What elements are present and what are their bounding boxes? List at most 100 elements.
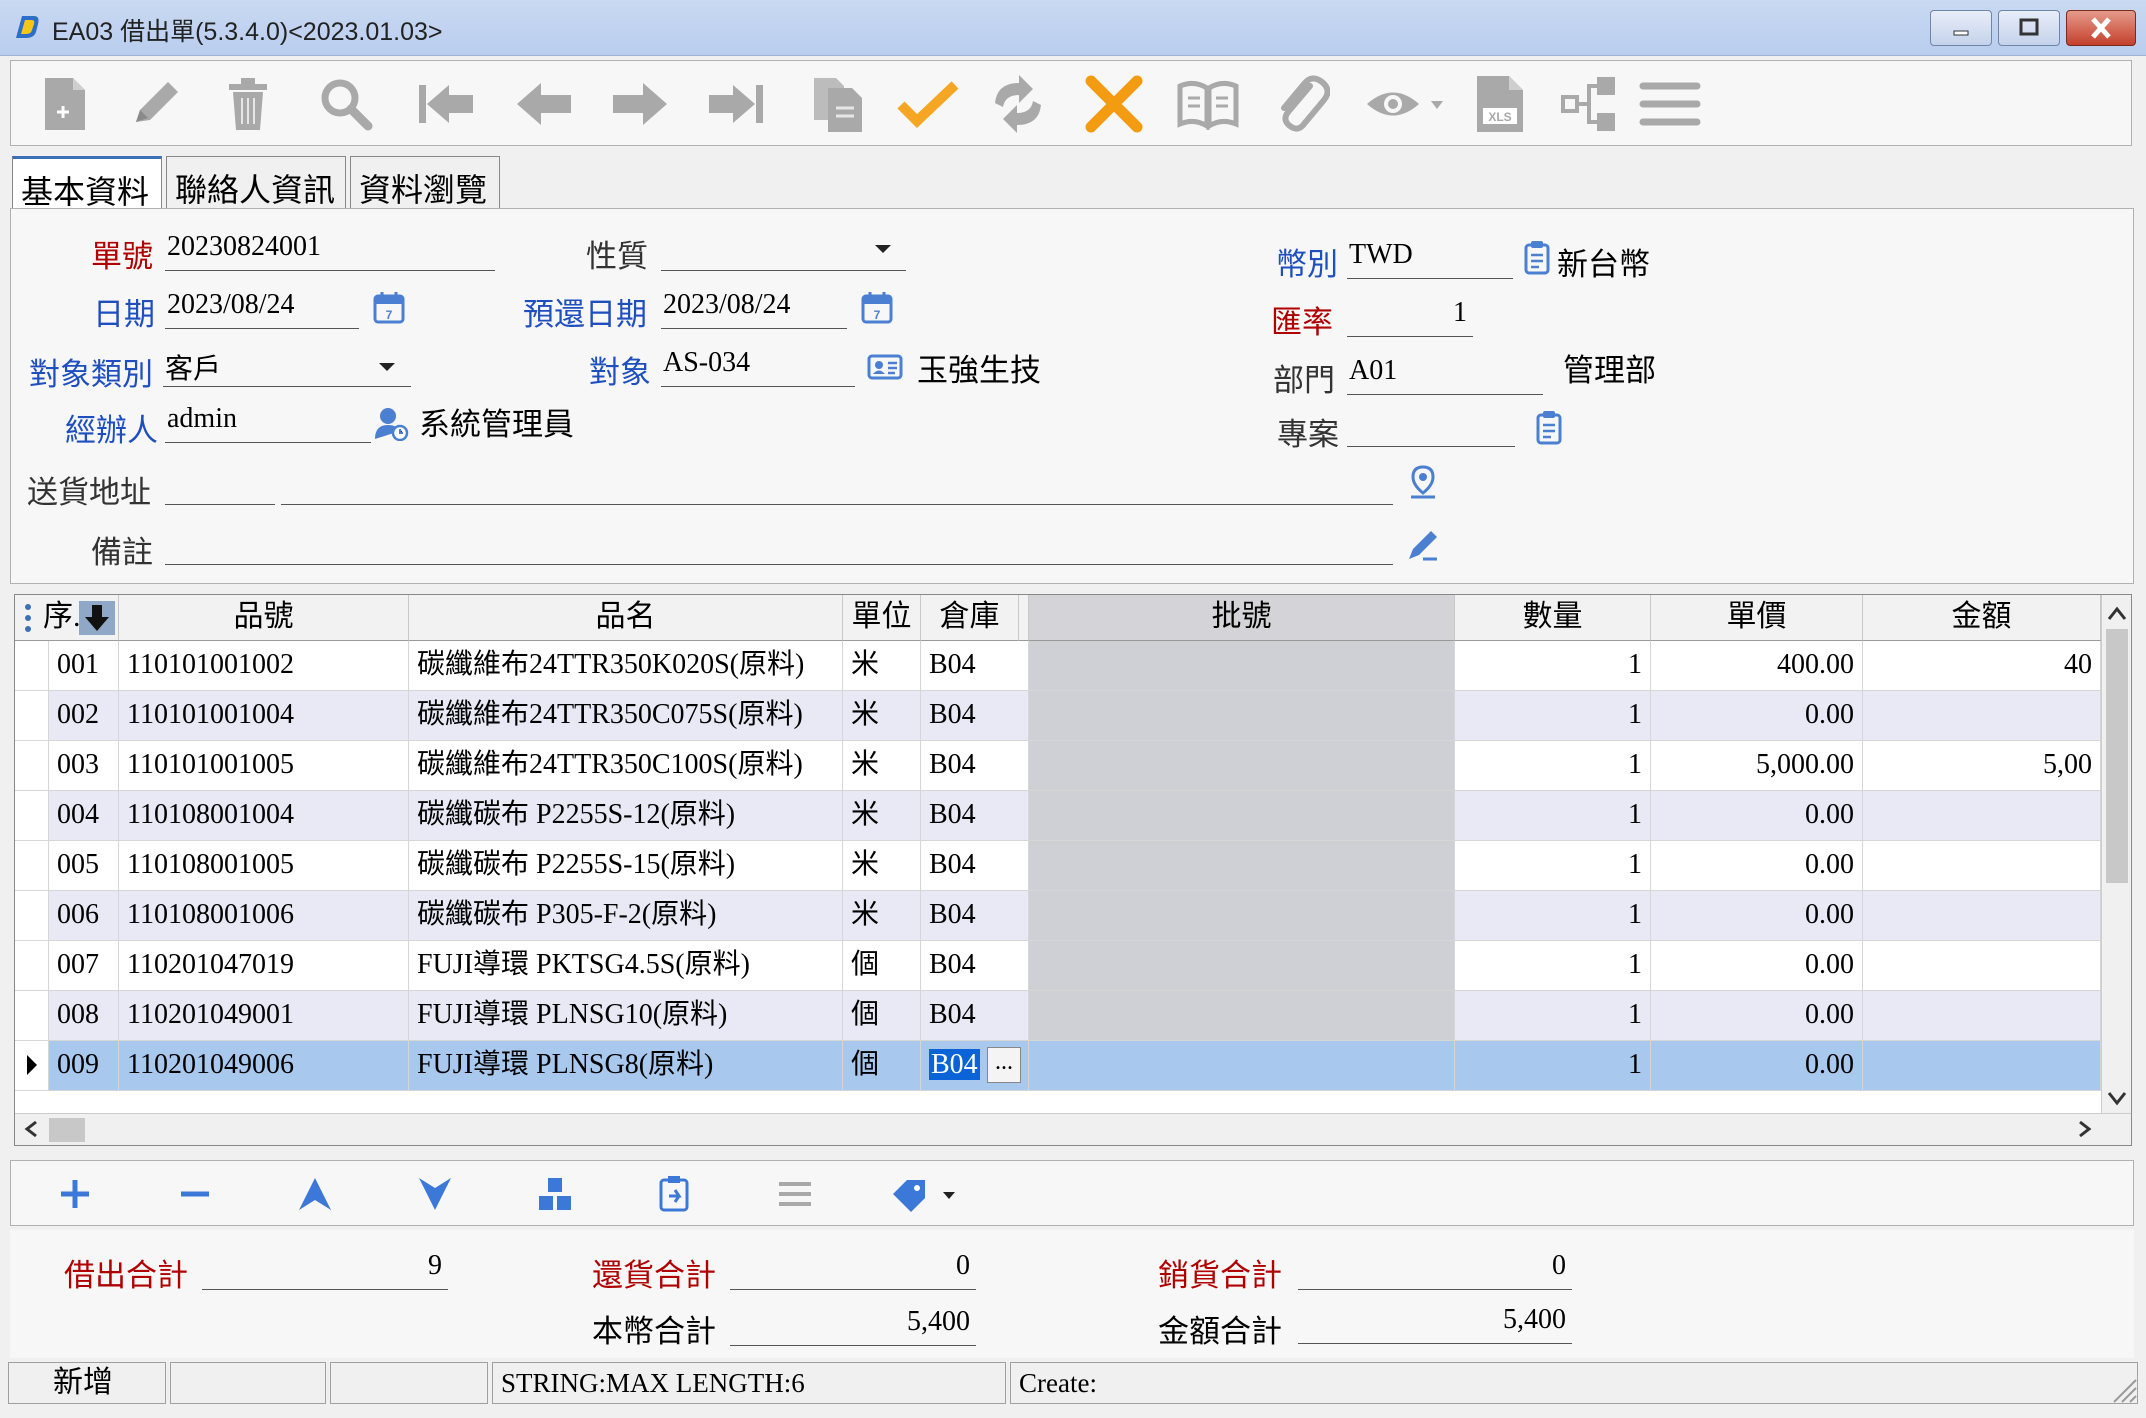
cell-part-name[interactable]: FUJI導環 PKTSG4.5S(原料) — [409, 941, 843, 991]
column-chooser-icon[interactable] — [19, 601, 37, 635]
cell-unit[interactable]: 個 — [843, 991, 921, 1041]
maximize-button[interactable] — [1998, 10, 2060, 46]
column-header-qty[interactable]: 數量 — [1455, 595, 1651, 641]
resize-grip-icon[interactable] — [2110, 1376, 2138, 1404]
nature-select[interactable] — [661, 231, 906, 271]
warehouse-lookup-button[interactable]: ... — [987, 1047, 1021, 1083]
column-header-part-no[interactable]: 品號 — [119, 595, 409, 641]
cell-part-name[interactable]: 碳纖維布24TTR350C075S(原料) — [409, 691, 843, 741]
tag-button[interactable] — [887, 1171, 967, 1217]
cell-part-name[interactable]: FUJI導環 PLNSG8(原料) — [409, 1041, 843, 1091]
cell-batch[interactable] — [1029, 1041, 1455, 1091]
column-header-warehouse[interactable]: 倉庫 — [921, 595, 1019, 641]
column-header-batch[interactable]: 批號 — [1029, 595, 1455, 641]
cell-part-no[interactable]: 110101001005 — [119, 741, 409, 791]
cell-seq[interactable]: 001 — [49, 641, 119, 691]
cell-unit[interactable]: 米 — [843, 891, 921, 941]
cell-batch[interactable] — [1029, 891, 1455, 941]
cell-warehouse[interactable]: B04 — [921, 941, 1029, 991]
cell-warehouse[interactable]: B04 — [921, 991, 1029, 1041]
target-type-select[interactable]: 客戶 — [163, 347, 411, 387]
cell-qty[interactable]: 1 — [1455, 791, 1651, 841]
cell-seq[interactable]: 006 — [49, 891, 119, 941]
doc-no-field[interactable]: 20230824001 — [165, 231, 495, 271]
cell-part-no[interactable]: 110108001004 — [119, 791, 409, 841]
minimize-button[interactable] — [1930, 10, 1992, 46]
currency-field[interactable]: TWD — [1347, 239, 1513, 279]
vertical-scrollbar[interactable] — [2101, 595, 2131, 1113]
cell-amount[interactable] — [1863, 941, 2101, 991]
return-date-field[interactable]: 2023/08/24 — [661, 289, 847, 329]
table-row[interactable]: 009 110201049006 FUJI導環 PLNSG8(原料) 個 B04... 1… — [15, 1041, 2101, 1091]
paste-button[interactable] — [651, 1171, 699, 1217]
table-row[interactable]: 004 110108001004 碳纖碳布 P2255S-12(原料) 米 B04 1 0.… — [15, 791, 2101, 841]
horizontal-scroll-thumb[interactable] — [49, 1118, 85, 1142]
cell-seq[interactable]: 003 — [49, 741, 119, 791]
row-indicator[interactable] — [15, 891, 49, 941]
cell-seq[interactable]: 008 — [49, 991, 119, 1041]
clipboard-icon[interactable] — [1531, 409, 1567, 445]
cell-batch[interactable] — [1029, 941, 1455, 991]
cell-batch[interactable] — [1029, 991, 1455, 1041]
scroll-right-icon[interactable] — [2069, 1114, 2099, 1144]
refresh-button[interactable] — [985, 71, 1051, 137]
cell-part-name[interactable]: 碳纖維布24TTR350C100S(原料) — [409, 741, 843, 791]
handler-field[interactable]: admin — [165, 403, 371, 443]
tab-basic-info[interactable]: 基本資料 — [12, 156, 162, 210]
previous-record-button[interactable] — [511, 71, 577, 137]
cell-batch[interactable] — [1029, 841, 1455, 891]
row-indicator[interactable] — [15, 991, 49, 1041]
cell-part-name[interactable]: 碳纖碳布 P2255S-12(原料) — [409, 791, 843, 841]
menu-button[interactable] — [1637, 71, 1703, 137]
cell-batch[interactable] — [1029, 641, 1455, 691]
cell-price[interactable]: 5,000.00 — [1651, 741, 1863, 791]
cell-warehouse[interactable]: B04 — [921, 841, 1029, 891]
add-row-button[interactable] — [51, 1171, 99, 1217]
cell-amount[interactable] — [1863, 991, 2101, 1041]
cell-warehouse[interactable]: B04 — [921, 741, 1029, 791]
map-pin-icon[interactable] — [1405, 465, 1441, 501]
cell-unit[interactable]: 個 — [843, 941, 921, 991]
scroll-down-icon[interactable] — [2102, 1083, 2132, 1113]
cell-price[interactable]: 0.00 — [1651, 941, 1863, 991]
dept-field[interactable]: A01 — [1347, 355, 1543, 395]
cell-part-name[interactable]: 碳纖維布24TTR350K020S(原料) — [409, 641, 843, 691]
book-button[interactable] — [1175, 71, 1241, 137]
column-header-price[interactable]: 單價 — [1651, 595, 1863, 641]
cell-price[interactable]: 0.00 — [1651, 691, 1863, 741]
cell-amount[interactable]: 40 — [1863, 641, 2101, 691]
cell-amount[interactable]: 5,00 — [1863, 741, 2101, 791]
cell-unit[interactable]: 米 — [843, 741, 921, 791]
cell-amount[interactable] — [1863, 1041, 2101, 1091]
calendar-icon[interactable]: 7 — [859, 289, 895, 325]
row-indicator[interactable] — [15, 741, 49, 791]
cell-unit[interactable]: 個 — [843, 1041, 921, 1091]
row-indicator[interactable] — [15, 941, 49, 991]
rate-field[interactable]: 1 — [1347, 297, 1473, 337]
column-header-part-name[interactable]: 品名 — [409, 595, 843, 641]
row-indicator[interactable] — [15, 691, 49, 741]
next-record-button[interactable] — [607, 71, 673, 137]
chevron-down-icon[interactable] — [377, 357, 397, 377]
table-row[interactable]: 003 110101001005 碳纖維布24TTR350C100S(原料) 米 B04… — [15, 741, 2101, 791]
flow-button[interactable] — [1557, 71, 1623, 137]
table-row[interactable]: 006 110108001006 碳纖碳布 P305-F-2(原料) 米 B04 1 0.0… — [15, 891, 2101, 941]
cell-unit[interactable]: 米 — [843, 841, 921, 891]
cell-price[interactable]: 0.00 — [1651, 991, 1863, 1041]
edit-button[interactable] — [123, 71, 189, 137]
cell-part-name[interactable]: FUJI導環 PLNSG10(原料) — [409, 991, 843, 1041]
cell-qty[interactable]: 1 — [1455, 641, 1651, 691]
remove-row-button[interactable] — [171, 1171, 219, 1217]
edit-note-icon[interactable] — [1405, 527, 1441, 563]
target-field[interactable]: AS-034 — [661, 347, 855, 387]
cell-amount[interactable] — [1863, 841, 2101, 891]
warehouse-editor[interactable]: B04 — [929, 1049, 980, 1080]
cell-seq[interactable]: 007 — [49, 941, 119, 991]
user-icon[interactable] — [373, 405, 409, 441]
cell-qty[interactable]: 1 — [1455, 991, 1651, 1041]
cell-seq[interactable]: 002 — [49, 691, 119, 741]
contact-card-icon[interactable] — [867, 349, 903, 385]
cell-price[interactable]: 0.00 — [1651, 791, 1863, 841]
search-button[interactable] — [313, 71, 379, 137]
cell-batch[interactable] — [1029, 791, 1455, 841]
